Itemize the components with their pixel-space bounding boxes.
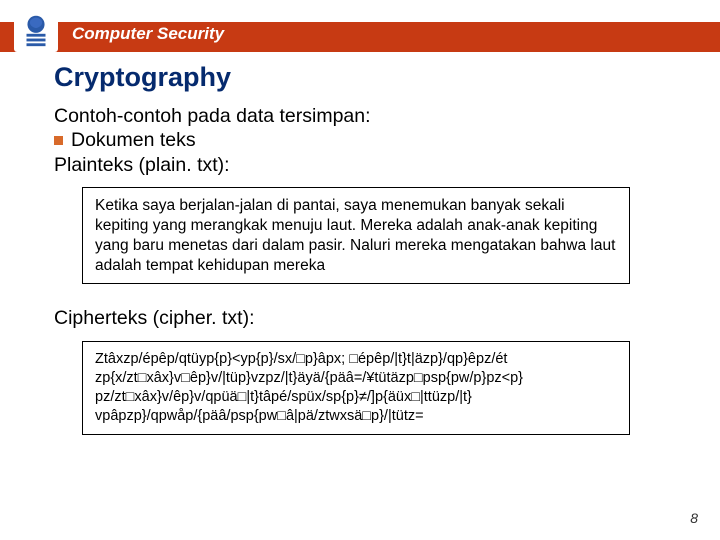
intro-text: Contoh-contoh pada data tersimpan: bbox=[54, 104, 690, 128]
course-title: Computer Security bbox=[72, 24, 224, 44]
plaintext-label: Plainteks (plain. txt): bbox=[54, 153, 690, 177]
institution-logo bbox=[14, 8, 58, 52]
slide-content: Contoh-contoh pada data tersimpan: Dokum… bbox=[54, 104, 690, 435]
slide-title: Cryptography bbox=[54, 62, 231, 93]
plaintext-box: Ketika saya berjalan-jalan di pantai, sa… bbox=[82, 187, 630, 284]
brain-logo-icon bbox=[17, 11, 55, 49]
ciphertext-box: Ztâxzp/épêp/qtüyp{p}<yp{p}/sx/□p}âpx; □é… bbox=[82, 341, 630, 436]
ciphertext-label: Cipherteks (cipher. txt): bbox=[54, 306, 690, 330]
page-number: 8 bbox=[690, 510, 698, 526]
bullet-label: Dokumen teks bbox=[71, 128, 196, 152]
bullet-item: Dokumen teks bbox=[54, 128, 690, 152]
bullet-square-icon bbox=[54, 136, 63, 145]
